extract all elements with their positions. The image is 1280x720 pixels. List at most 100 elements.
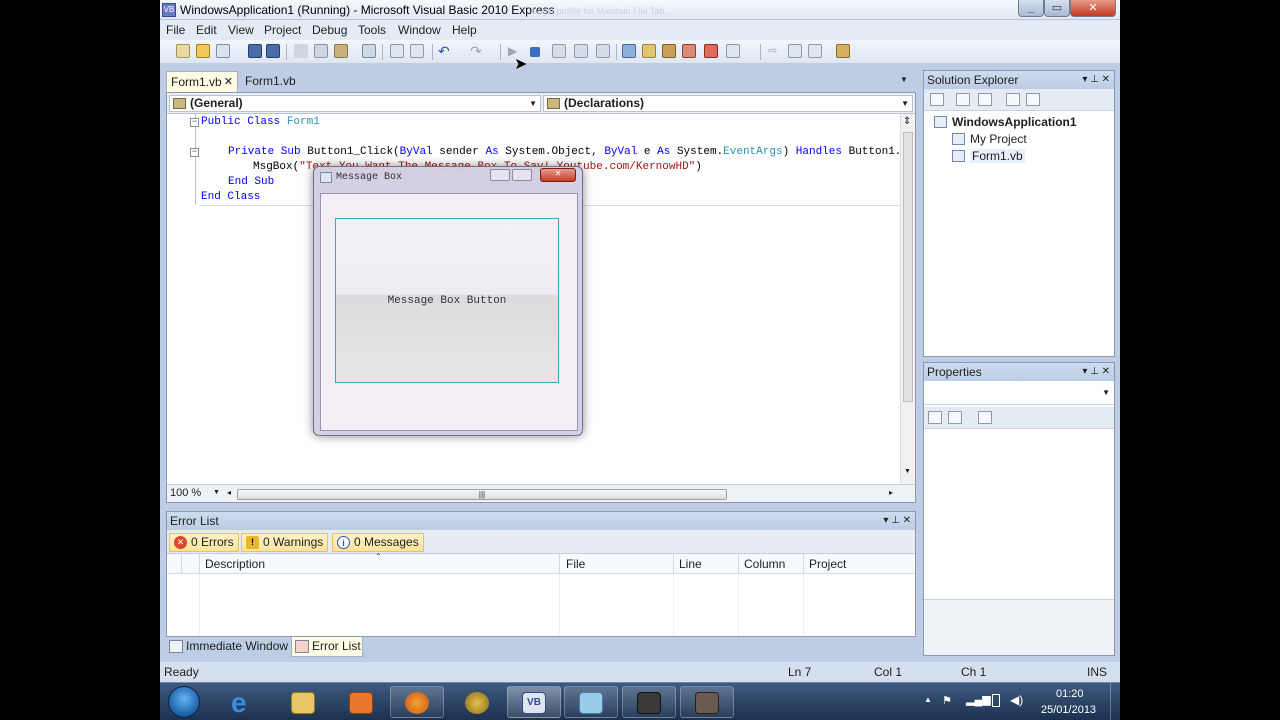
menu-file[interactable]: File (166, 23, 185, 37)
column-file[interactable]: File (566, 557, 585, 571)
tab-error-list[interactable]: Error List (291, 637, 363, 657)
minimize-button[interactable]: _ (1018, 0, 1044, 17)
properties-icon[interactable] (930, 93, 944, 106)
new-project-icon[interactable] (176, 44, 190, 58)
stop-debugging-icon[interactable] (530, 47, 540, 57)
column-line[interactable]: Line (679, 557, 702, 571)
output-icon[interactable] (808, 44, 822, 58)
scroll-thumb[interactable] (903, 132, 913, 402)
close-tab-icon[interactable]: ✕ (224, 72, 233, 92)
step-over-icon[interactable] (574, 44, 588, 58)
taskbar-notes[interactable] (564, 686, 618, 718)
copy-icon[interactable] (314, 44, 328, 58)
step-out-icon[interactable] (596, 44, 610, 58)
taskbar-app[interactable] (450, 686, 504, 718)
column-project[interactable]: Project (809, 557, 846, 571)
show-desktop-button[interactable] (1110, 683, 1120, 720)
class-name-combo[interactable]: (General) ▼ (169, 95, 541, 112)
warnings-filter-button[interactable]: ! 0 Warnings (241, 533, 329, 552)
message-box-button[interactable]: Message Box Button (335, 218, 559, 383)
zoom-dropdown-icon[interactable]: ▼ (213, 489, 220, 496)
comment-icon[interactable] (390, 44, 404, 58)
tab-immediate-window[interactable]: Immediate Window (166, 637, 290, 657)
output-window-icon[interactable] (726, 44, 740, 58)
windows-start-button[interactable] (168, 686, 200, 718)
taskbar-firefox[interactable] (390, 686, 444, 718)
form-close-button[interactable]: ✕ (540, 168, 576, 182)
save-all-icon[interactable] (266, 44, 280, 58)
menu-debug[interactable]: Debug (312, 23, 347, 37)
horizontal-scroll-thumb[interactable]: ||| (237, 489, 727, 500)
immediate-window-icon[interactable] (788, 44, 802, 58)
view-code-icon[interactable] (1006, 93, 1020, 106)
collapse-sub-icon[interactable]: − (190, 148, 199, 157)
clock-time[interactable]: 01:20 (1056, 688, 1084, 700)
window-titlebar[interactable]: VB WindowsApplication1 (Running) - Micro… (160, 0, 1120, 20)
battery-icon[interactable] (992, 694, 1000, 707)
step-into-icon[interactable] (552, 44, 566, 58)
code-editor[interactable]: (General) ▼ (Declarations) ▼ − − Public … (166, 92, 916, 503)
categorized-icon[interactable] (928, 411, 942, 424)
panel-pin-close-icons[interactable]: ▾ ⊥ ✕ (883, 512, 911, 530)
tree-item-form1-vb[interactable]: Form1.vb (970, 149, 1025, 163)
property-pages-icon[interactable] (978, 411, 992, 424)
refresh-icon[interactable] (978, 93, 992, 106)
menu-project[interactable]: Project (264, 23, 301, 37)
close-window-button[interactable]: ✕ (1070, 0, 1116, 17)
errors-filter-button[interactable]: ✕ 0 Errors (169, 533, 239, 552)
tree-root-project[interactable]: WindowsApplication1 (952, 115, 1077, 129)
alphabetical-icon[interactable] (948, 411, 962, 424)
split-icon[interactable]: ⇕ (903, 116, 911, 127)
clock-date[interactable]: 25/01/2013 (1041, 704, 1096, 716)
code-text-area[interactable]: − − Public Class Form1 Private Sub Butto… (167, 114, 908, 484)
solution-explorer-icon[interactable] (622, 44, 636, 58)
panel-pin-close-icons[interactable]: ▾ ⊥ ✕ (1082, 363, 1110, 381)
taskbar-running-app[interactable] (680, 686, 734, 718)
column-description[interactable]: Description (205, 557, 265, 571)
menu-edit[interactable]: Edit (196, 23, 217, 37)
tree-item-my-project[interactable]: My Project (970, 132, 1027, 146)
tab-form1-design[interactable]: Form1.vb [Design] (241, 71, 337, 108)
object-browser-icon[interactable] (682, 44, 696, 58)
open-file-icon[interactable] (196, 44, 210, 58)
column-column[interactable]: Column (744, 557, 785, 571)
menu-window[interactable]: Window (398, 23, 441, 37)
uncomment-icon[interactable] (410, 44, 424, 58)
method-name-combo[interactable]: (Declarations) ▼ (543, 95, 913, 112)
undo-icon[interactable]: ↶ (438, 44, 452, 58)
tab-dropdown-icon[interactable]: ▼ (900, 75, 908, 84)
properties-object-combo[interactable]: ▼ (924, 383, 1114, 405)
panel-pin-close-icons[interactable]: ▾ ⊥ ✕ (1082, 71, 1110, 89)
taskbar-ie[interactable]: e (218, 686, 272, 718)
properties-window-icon[interactable] (642, 44, 656, 58)
volume-icon[interactable]: ◀) (1010, 693, 1023, 707)
navigate-forward-icon[interactable]: ⇨ (768, 44, 782, 58)
zoom-level[interactable]: 100 % (170, 487, 201, 499)
menu-view[interactable]: View (228, 23, 254, 37)
network-icon[interactable]: ▂▄▆ (966, 693, 991, 706)
customize-toolbar-icon[interactable] (836, 44, 850, 58)
add-item-icon[interactable] (216, 44, 230, 58)
messages-filter-button[interactable]: i 0 Messages (332, 533, 424, 552)
message-box-window[interactable]: Message Box ✕ Message Box Button (313, 166, 583, 436)
find-icon[interactable] (362, 44, 376, 58)
cut-icon[interactable] (294, 44, 308, 58)
menu-tools[interactable]: Tools (358, 23, 386, 37)
taskbar-explorer[interactable] (276, 686, 330, 718)
action-center-icon[interactable]: ⚑ (942, 694, 952, 707)
scroll-right-icon[interactable]: ▸ (889, 488, 893, 497)
form-minimize-button[interactable] (490, 169, 510, 181)
toolbox-icon[interactable] (662, 44, 676, 58)
taskbar-media-player[interactable] (334, 686, 388, 718)
form-maximize-button[interactable] (512, 169, 532, 181)
collapse-class-icon[interactable]: − (190, 118, 199, 127)
save-icon[interactable] (248, 44, 262, 58)
paste-icon[interactable] (334, 44, 348, 58)
error-list-icon[interactable] (704, 44, 718, 58)
menu-help[interactable]: Help (452, 23, 477, 37)
taskbar-visual-basic[interactable]: VB (507, 686, 561, 718)
redo-icon[interactable]: ↷ (470, 44, 484, 58)
editor-vertical-scrollbar[interactable]: ⇕ ▼ (900, 114, 915, 484)
tab-form1-vb[interactable]: Form1.vb ✕ (166, 71, 238, 92)
scroll-left-icon[interactable]: ◂ (227, 488, 231, 497)
